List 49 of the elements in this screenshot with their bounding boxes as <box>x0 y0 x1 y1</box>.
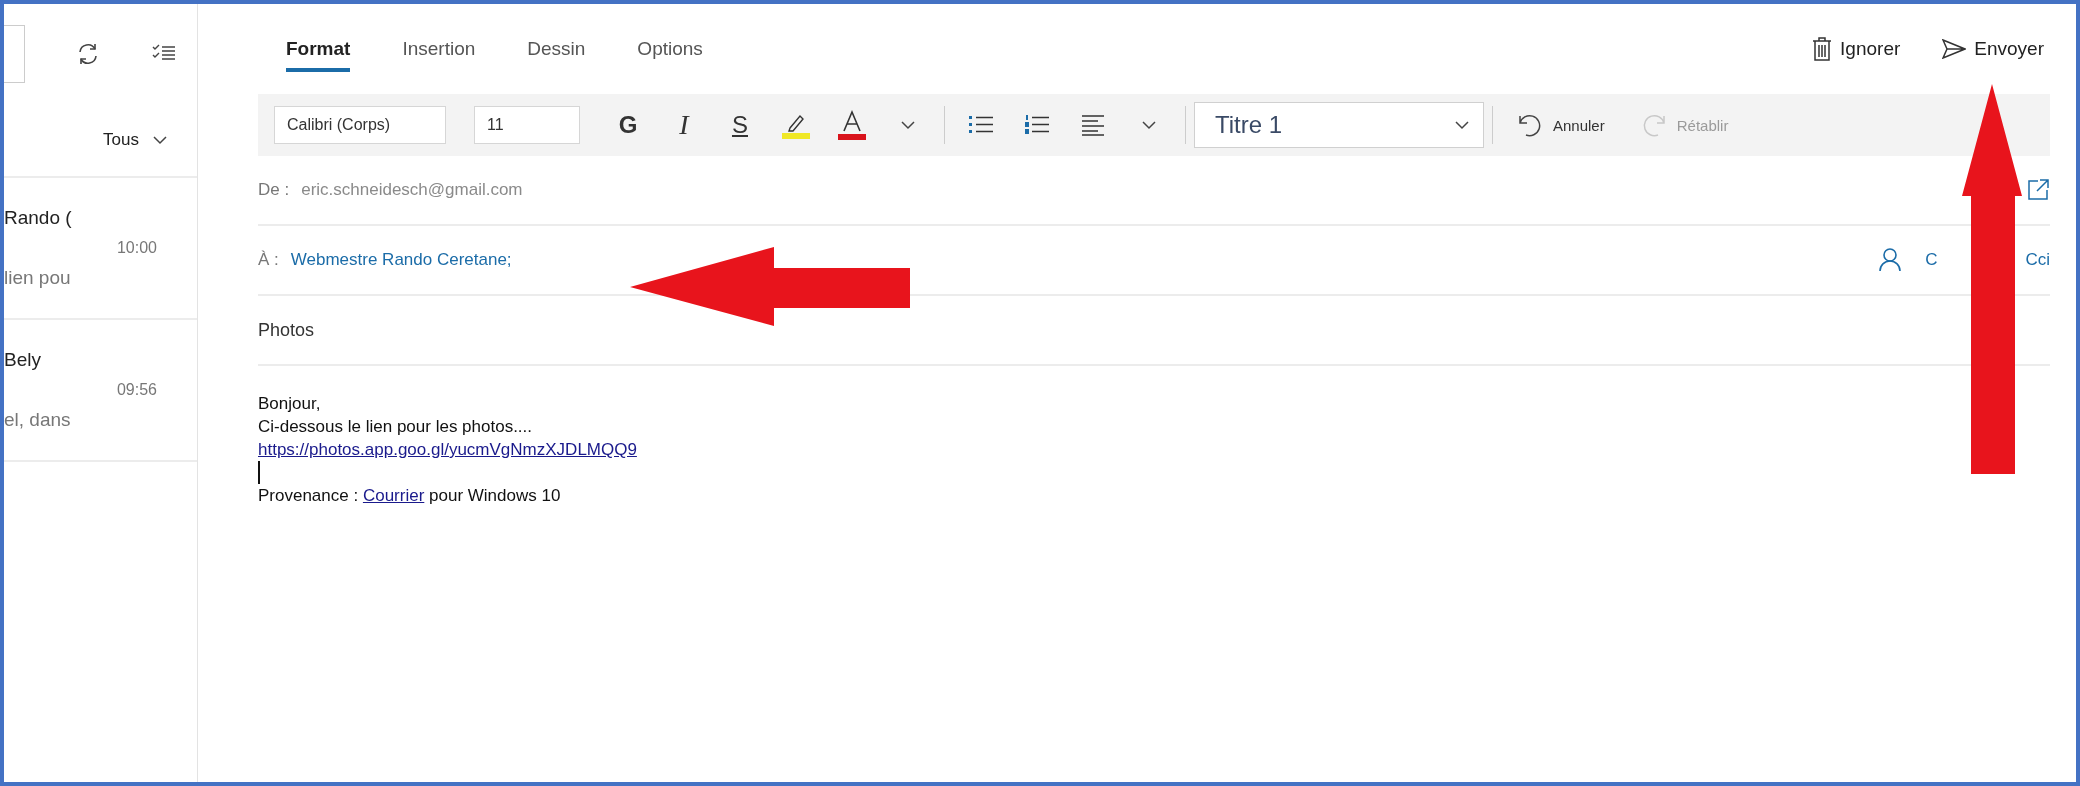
message-time: 10:00 <box>115 239 158 257</box>
trash-icon <box>1812 37 1833 61</box>
ribbon-tab[interactable]: Format <box>286 26 351 72</box>
send-icon <box>1942 39 1967 59</box>
sender-address: eric.schneidesch@gmail.com <box>301 180 523 200</box>
bullet-list-icon <box>968 114 994 136</box>
cc-link[interactable]: C <box>1925 250 1938 270</box>
chevron-down-icon <box>1455 120 1469 130</box>
send-button[interactable]: Envoyer <box>1936 36 2050 62</box>
subject-field[interactable]: Photos <box>258 319 315 341</box>
align-left-icon <box>1081 114 1105 136</box>
signature-text: Provenance : Courrier pour Windows 10 <box>258 485 562 507</box>
undo-button[interactable]: Annuler <box>1501 112 1625 138</box>
numbered-list-icon <box>1024 114 1050 136</box>
paragraph-style-dropdown[interactable]: Titre 1 <box>1194 102 1484 148</box>
filter-dropdown[interactable]: Tous <box>4 104 197 178</box>
sender-name: Bely <box>4 349 42 371</box>
chevron-down-icon <box>1142 120 1156 130</box>
font-size-field[interactable]: 11 <box>474 106 580 144</box>
photos-link[interactable]: https://photos.app.goo.gl/yucmVgNmzXJDLMQQ9 <box>258 440 637 459</box>
ribbon-tab[interactable]: Dessin <box>527 26 586 72</box>
sender-name: Rando ( <box>4 207 73 229</box>
font-name-field[interactable]: Calibri (Corps) <box>274 106 446 144</box>
font-color-icon <box>836 109 868 141</box>
bold-button[interactable]: G <box>600 104 656 146</box>
search-field-edge[interactable] <box>4 25 25 83</box>
to-label: À : <box>258 250 279 270</box>
ribbon-tab[interactable]: Options <box>637 26 703 72</box>
message-time: 09:56 <box>115 381 158 399</box>
chevron-down-icon <box>901 120 915 130</box>
ribbon-tab[interactable]: Insertion <box>402 26 476 72</box>
popout-icon[interactable] <box>2026 178 2050 202</box>
message-preview: el, dans <box>4 409 72 431</box>
text-cursor <box>258 461 260 484</box>
italic-button[interactable]: I <box>656 104 712 146</box>
mail-app-link[interactable]: Courrier <box>362 486 425 505</box>
bcc-link[interactable]: Cci <box>2025 250 2050 270</box>
body-text: Ci-dessous le lien pour les photos.... <box>258 416 534 438</box>
discard-button[interactable]: Ignorer <box>1806 36 1907 62</box>
from-label: De : <box>258 180 290 200</box>
message-item[interactable]: Rando ( 10:00 lien pou <box>4 178 197 320</box>
undo-icon <box>1517 112 1543 138</box>
person-icon[interactable] <box>1879 248 1902 272</box>
message-item[interactable]: Bely 09:56 el, dans <box>4 320 197 462</box>
recipient[interactable]: Webmestre Rando Ceretane; <box>290 250 1880 270</box>
underline-button[interactable]: S <box>712 104 768 146</box>
message-preview: lien pou <box>4 267 72 289</box>
body-text: Bonjour, <box>258 393 322 415</box>
chevron-down-icon <box>153 135 167 145</box>
